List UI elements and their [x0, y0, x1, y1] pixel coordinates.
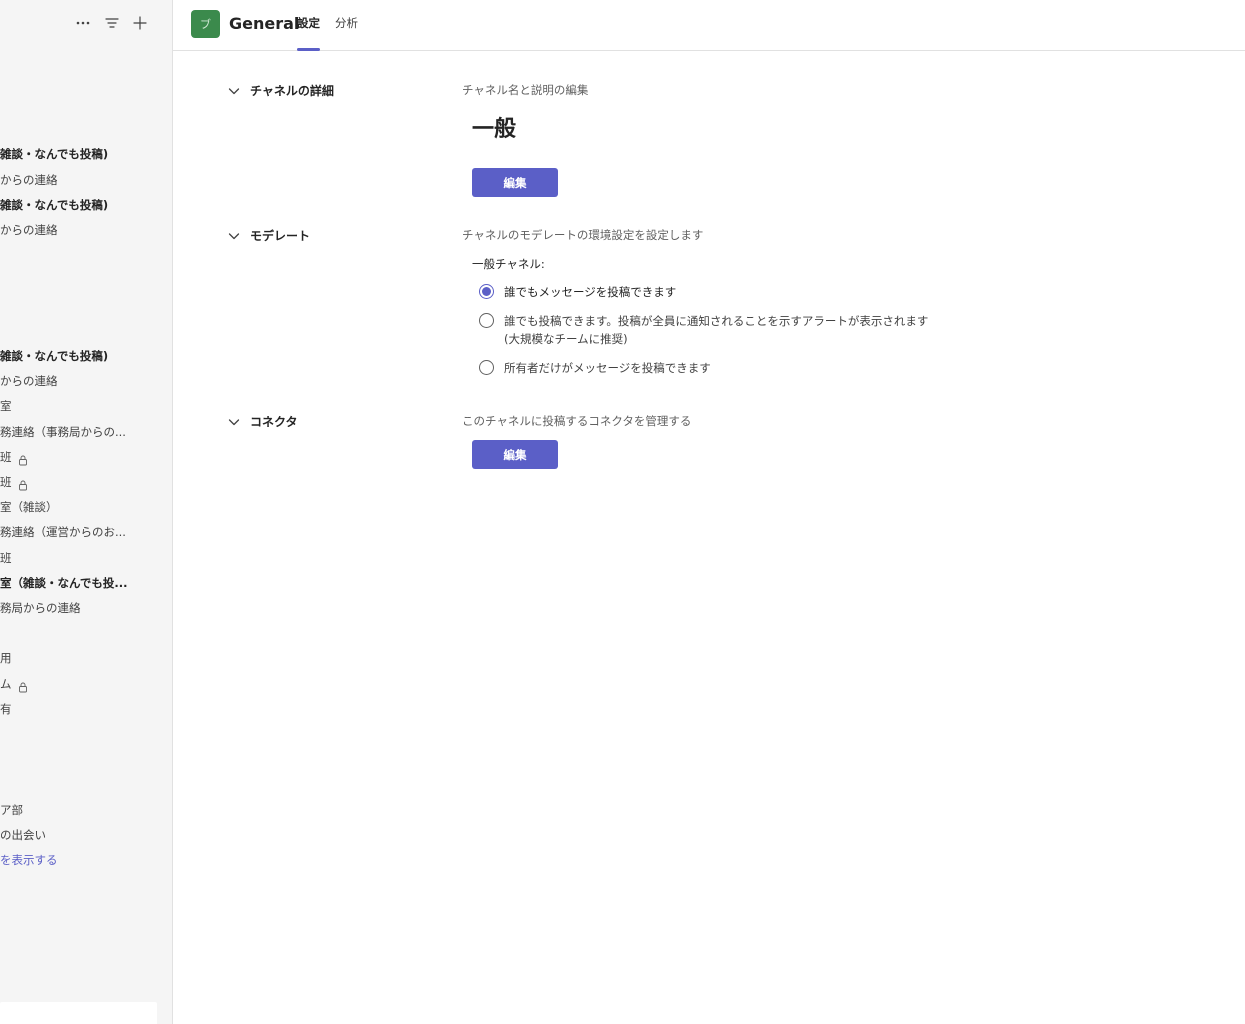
channel-details-toggle[interactable]: チャネルの詳細 [228, 82, 334, 99]
sidebar-channel-item[interactable]: 室（雑談・なんでも投... [0, 573, 128, 593]
sidebar-item-label: を表示する [0, 853, 58, 867]
sidebar-channel-item[interactable]: 室（雑談） [0, 497, 58, 517]
radio-button[interactable] [479, 360, 494, 375]
connectors-toggle[interactable]: コネクタ [228, 413, 298, 430]
sidebar-channel-item[interactable]: 班 [0, 548, 12, 568]
sidebar-channel-item[interactable]: の出会い [0, 825, 46, 845]
sidebar-item-label: 室（雑談・なんでも投... [0, 576, 128, 590]
sidebar-item-label: 雑談・なんでも投稿) [0, 147, 109, 161]
lock-icon [18, 679, 28, 693]
radio-label: 所有者だけがメッセージを投稿できます [504, 361, 711, 375]
sidebar-channel-item[interactable]: 雑談・なんでも投稿) [0, 195, 108, 215]
channel-details-description: チャネル名と説明の編集 [462, 83, 589, 97]
sidebar-channel-item[interactable]: 班 [0, 447, 28, 467]
sidebar-toolbar [0, 0, 172, 46]
sidebar-channel-item[interactable]: 雑談・なんでも投稿) [0, 346, 108, 366]
channel-name: 一般 [472, 117, 517, 142]
sidebar-channel-item[interactable]: からの連絡 [0, 220, 58, 240]
sidebar-item-label: 務連絡（運営からのお... [0, 525, 126, 539]
radio-label-line2: (大規模なチームに推奨) [504, 332, 628, 346]
channel-sidebar: 雑談・なんでも投稿) からの連絡 雑談・なんでも投稿) からの連絡 雑談・なんでも投稿)… [0, 0, 173, 1024]
sidebar-channel-item[interactable]: 務局からの連絡 [0, 598, 81, 618]
sidebar-item-label: 雑談・なんでも投稿) [0, 198, 109, 212]
sidebar-item-label: からの連絡 [0, 173, 58, 187]
radio-label: 誰でも投稿できます。投稿が全員に通知されることを示すアラートが表示されます (大… [504, 312, 928, 348]
sidebar-channel-item[interactable]: からの連絡 [0, 170, 58, 190]
sidebar-item-label: 務連絡（事務局からの... [0, 425, 126, 439]
channel-details-label: チャネルの詳細 [250, 84, 334, 98]
radio-label: 誰でもメッセージを投稿できます [504, 285, 677, 299]
sidebar-channel-item[interactable]: ム [0, 674, 28, 694]
chevron-down-icon [228, 418, 240, 425]
moderation-toggle[interactable]: モデレート [228, 227, 310, 244]
sidebar-item-label: からの連絡 [0, 374, 58, 388]
tab-settings[interactable]: 設定 [297, 15, 320, 51]
sidebar-item-label: ア部 [0, 803, 23, 817]
connectors-label: コネクタ [250, 415, 298, 429]
channel-header: ブ General 設定 分析 [173, 0, 1245, 51]
tab-analytics[interactable]: 分析 [335, 15, 358, 51]
radio-label-line1: 誰でも投稿できます。投稿が全員に通知されることを示すアラートが表示されます [504, 314, 929, 328]
connectors-description: このチャネルに投稿するコネクタを管理する [462, 414, 692, 428]
moderation-label: モデレート [250, 229, 311, 243]
radio-anyone-post[interactable]: 誰でもメッセージを投稿できます [479, 283, 676, 301]
radio-button-selected[interactable] [479, 284, 494, 299]
general-channel-label: 一般チャネル: [472, 257, 545, 271]
sidebar-item-label: 雑談・なんでも投稿) [0, 349, 109, 363]
edit-connectors-button[interactable]: 編集 [472, 440, 558, 469]
edit-channel-button[interactable]: 編集 [472, 168, 558, 197]
sidebar-item-label: からの連絡 [0, 223, 58, 237]
sidebar-channel-item[interactable]: 雑談・なんでも投稿) [0, 144, 108, 164]
lock-icon [18, 477, 28, 491]
sidebar-channel-item[interactable]: 務連絡（事務局からの... [0, 422, 126, 442]
sidebar-channel-item[interactable]: 務連絡（運営からのお... [0, 522, 126, 542]
chevron-down-icon [228, 232, 240, 239]
radio-anyone-post-alert[interactable]: 誰でも投稿できます。投稿が全員に通知されることを示すアラートが表示されます (大… [479, 312, 928, 348]
sidebar-item-label: 有 [0, 702, 12, 716]
sidebar-item-label: 班 [0, 475, 12, 489]
team-avatar: ブ [191, 10, 220, 38]
sidebar-channel-item[interactable]: からの連絡 [0, 371, 58, 391]
add-icon[interactable] [131, 14, 149, 32]
sidebar-item-label: 班 [0, 450, 12, 464]
sidebar-channel-item[interactable]: 有 [0, 699, 12, 719]
more-icon[interactable] [74, 14, 92, 32]
sidebar-channel-item[interactable]: ア部 [0, 800, 23, 820]
sidebar-item-label: ム [0, 677, 12, 691]
sidebar-item-label: 班 [0, 551, 12, 565]
sidebar-item-label: 用 [0, 651, 12, 665]
sidebar-channel-item[interactable]: 班 [0, 472, 28, 492]
radio-owners-only[interactable]: 所有者だけがメッセージを投稿できます [479, 359, 711, 377]
lock-icon [18, 452, 28, 466]
moderation-description: チャネルのモデレートの環境設定を設定します [462, 228, 704, 242]
radio-button[interactable] [479, 313, 494, 328]
sidebar-item-label: 室 [0, 399, 12, 413]
chevron-down-icon [228, 87, 240, 94]
filter-icon[interactable] [103, 14, 121, 32]
sidebar-item-label: 務局からの連絡 [0, 601, 81, 615]
show-more-link[interactable]: を表示する [0, 850, 58, 870]
page-title: General [229, 14, 300, 33]
sidebar-footer [0, 1002, 157, 1024]
sidebar-channel-item[interactable]: 用 [0, 648, 12, 668]
sidebar-item-label: 室（雑談） [0, 500, 58, 514]
sidebar-item-label: の出会い [0, 828, 46, 842]
sidebar-channel-item[interactable]: 室 [0, 396, 12, 416]
